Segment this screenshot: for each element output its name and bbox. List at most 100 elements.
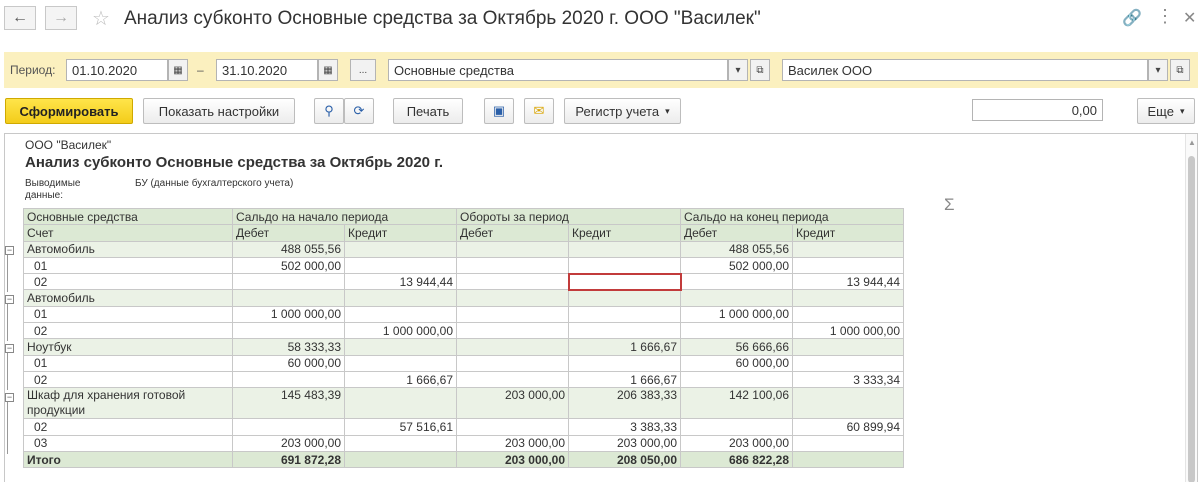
organization-dropdown[interactable]: ▾ [1148,59,1168,81]
period-select-button[interactable]: ... [350,59,376,81]
table-cell[interactable] [456,256,569,275]
table-cell[interactable]: 60 000,00 [232,354,345,372]
calendar-from-button[interactable]: ▦ [168,59,188,81]
table-cell[interactable]: 58 333,33 [232,338,345,356]
report-area[interactable]: ООО "Василек" Анализ субконто Основные с… [4,133,1198,482]
table-cell[interactable]: 502 000,00 [232,256,345,275]
table-cell[interactable] [232,322,345,340]
table-cell[interactable] [680,322,793,340]
table-cell[interactable]: 203 000,00 [568,434,681,452]
save-button[interactable]: ▣ [484,98,514,124]
table-cell[interactable]: 203 000,00 [456,387,569,420]
table-cell[interactable] [568,305,681,324]
table-row[interactable]: 02 13 944,44 13 944,44 [23,272,904,292]
table-cell[interactable]: 203 000,00 [456,434,569,452]
table-row[interactable]: 01 60 000,00 60 000,00 [23,354,904,372]
table-cell[interactable]: Ноутбук [23,338,233,356]
table-cell[interactable] [232,289,345,307]
table-row[interactable]: 02 1 000 000,00 1 000 000,00 [23,322,904,340]
total-cell[interactable]: Итого [23,450,233,469]
table-cell[interactable]: 145 483,39 [232,387,345,420]
table-cell[interactable] [792,434,904,452]
table-cell[interactable]: Автомобиль [23,289,233,307]
table-cell[interactable] [680,418,793,436]
table-cell[interactable] [792,387,904,420]
table-cell[interactable]: Шкаф для хранения готовой продукции [23,387,233,420]
table-cell[interactable] [568,289,681,307]
table-cell[interactable]: 57 516,61 [344,418,457,436]
table-cell[interactable] [344,305,457,324]
table-row[interactable]: Автомобиль [23,289,904,307]
table-cell[interactable]: 02 [23,418,233,436]
table-cell[interactable]: 502 000,00 [680,256,793,275]
table-row[interactable]: 02 1 666,67 1 666,67 3 333,34 [23,370,904,389]
more-button[interactable]: Еще ▾ [1137,98,1195,124]
table-cell[interactable] [456,240,569,258]
table-cell[interactable]: 3 383,33 [568,418,681,436]
table-cell[interactable]: 01 [23,256,233,275]
table-cell[interactable] [232,273,345,291]
table-cell[interactable] [344,354,457,372]
table-cell[interactable] [344,240,457,258]
table-cell[interactable] [456,273,569,291]
table-cell[interactable] [568,322,681,340]
table-cell[interactable] [456,354,569,372]
collapse-icon[interactable]: − [5,393,14,402]
table-cell[interactable]: 1 666,67 [568,338,681,356]
table-cell[interactable] [344,434,457,452]
organization-open[interactable]: ⧉ [1170,59,1190,81]
total-cell[interactable] [792,450,904,469]
table-cell[interactable]: 1 000 000,00 [792,322,904,340]
table-cell[interactable] [456,418,569,436]
search-settings-button[interactable]: ⟳ [344,98,374,124]
table-cell[interactable] [792,338,904,356]
table-cell[interactable] [456,322,569,340]
generate-button[interactable]: Сформировать [5,98,133,124]
calendar-to-button[interactable]: ▦ [318,59,338,81]
back-button[interactable]: ← [4,6,36,30]
table-cell[interactable] [456,289,569,307]
table-cell[interactable] [792,354,904,372]
table-row[interactable]: 03 203 000,00 203 000,00 203 000,00 203 000,… [23,434,904,452]
table-cell[interactable] [680,273,793,291]
table-row[interactable]: Шкаф для хранения готовой продукции 145 4… [23,387,904,420]
table-cell[interactable]: 02 [23,273,233,291]
table-cell[interactable]: 142 100,06 [680,387,793,420]
table-cell[interactable] [792,240,904,258]
table-cell[interactable]: 01 [23,354,233,372]
table-cell[interactable] [792,289,904,307]
table-cell[interactable]: 488 055,56 [232,240,345,258]
scroll-thumb[interactable] [1188,156,1195,482]
total-cell[interactable]: 208 050,00 [568,450,681,469]
collapse-icon[interactable]: − [5,295,14,304]
star-icon[interactable]: ☆ [92,6,110,31]
subkonto-dropdown[interactable]: ▾ [728,59,748,81]
table-row[interactable]: Ноутбук 58 333,33 1 666,67 56 666,66 [23,338,904,356]
table-cell[interactable]: 1 000 000,00 [344,322,457,340]
table-cell[interactable]: 02 [23,322,233,340]
show-settings-button[interactable]: Показать настройки [143,98,295,124]
table-cell[interactable]: 01 [23,305,233,324]
more-vertical-icon[interactable]: ⋮ [1156,6,1174,27]
date-from-field[interactable]: 01.10.2020 [66,59,168,81]
table-cell[interactable] [680,370,793,389]
table-cell[interactable] [792,256,904,275]
table-cell[interactable] [456,338,569,356]
table-cell[interactable]: 02 [23,370,233,389]
table-cell[interactable]: 1 000 000,00 [680,305,793,324]
scroll-up-icon[interactable]: ▲ [1188,138,1196,147]
table-cell[interactable] [680,289,793,307]
vertical-scrollbar[interactable]: ▲ [1185,134,1197,482]
close-icon[interactable]: ✕ [1183,8,1196,28]
table-row[interactable]: 01 502 000,00 502 000,00 [23,256,904,275]
collapse-icon[interactable]: − [5,246,14,255]
table-cell[interactable] [344,256,457,275]
table-row[interactable]: Автомобиль 488 055,56 488 055,56 [23,240,904,258]
table-cell[interactable]: 13 944,44 [792,273,904,291]
table-cell[interactable]: 56 666,66 [680,338,793,356]
table-cell[interactable] [568,354,681,372]
table-cell[interactable] [232,418,345,436]
total-row[interactable]: Итого 691 872,28 203 000,00 208 050,00 686 8… [23,450,904,469]
total-cell[interactable]: 203 000,00 [456,450,569,469]
table-cell[interactable] [792,305,904,324]
